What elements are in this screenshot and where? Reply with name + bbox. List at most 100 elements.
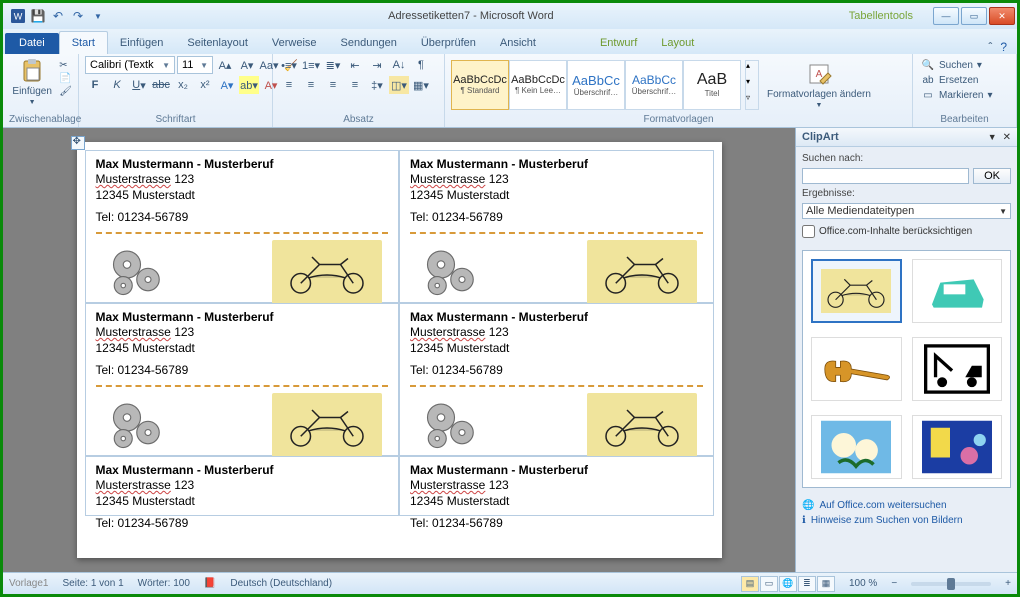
replace-button[interactable]: abErsetzen <box>921 73 993 87</box>
status-proofing-icon[interactable]: 📕 <box>204 578 216 589</box>
undo-icon[interactable]: ↶ <box>49 7 67 25</box>
zoom-in-icon[interactable]: + <box>1005 578 1011 589</box>
sort-icon[interactable]: A↓ <box>389 56 409 74</box>
view-fullscreen[interactable]: ▭ <box>760 576 778 592</box>
view-draft[interactable]: ▦ <box>817 576 835 592</box>
clipart-bluepic[interactable] <box>912 415 1003 479</box>
shrink-font-icon[interactable]: A▾ <box>237 56 257 74</box>
underline-icon[interactable]: U▾ <box>129 76 149 94</box>
select-button[interactable]: ▭Markieren ▾ <box>921 88 993 102</box>
label-tel: Tel: 01234-56789 <box>96 209 389 225</box>
format-painter-icon[interactable]: 🖌 <box>59 86 72 97</box>
media-type-select[interactable]: Alle Mediendateitypen▼ <box>802 203 1011 219</box>
label-cell[interactable]: Max Mustermann - Musterberuf Musterstras… <box>399 303 714 456</box>
zoom-out-icon[interactable]: − <box>891 578 897 589</box>
view-outline[interactable]: ≣ <box>798 576 816 592</box>
tab-verweise[interactable]: Verweise <box>260 32 329 54</box>
close-button[interactable]: ✕ <box>989 7 1015 25</box>
label-cell[interactable]: Max Mustermann - Musterberuf Musterstras… <box>399 150 714 303</box>
file-tab[interactable]: Datei <box>5 33 59 54</box>
show-marks-icon[interactable]: ¶ <box>411 56 431 74</box>
multilevel-icon[interactable]: ≣▾ <box>323 56 343 74</box>
gallery-up-icon[interactable]: ▴ <box>746 61 758 77</box>
label-cell[interactable]: Max Mustermann - Musterberuf Musterstras… <box>399 456 714 516</box>
minimize-button[interactable]: — <box>933 7 959 25</box>
context-tool-title: Tabellentools <box>829 10 933 22</box>
document-area[interactable]: Max Mustermann - Musterberuf Musterstras… <box>3 128 795 572</box>
clipart-wrench[interactable] <box>811 337 902 401</box>
help-icon[interactable]: ? <box>1000 40 1007 54</box>
style-heading1[interactable]: AaBbCcÜberschrif… <box>567 60 625 110</box>
clipart-roses[interactable] <box>811 415 902 479</box>
status-language[interactable]: Deutsch (Deutschland) <box>230 578 332 589</box>
save-icon[interactable]: 💾 <box>29 7 47 25</box>
style-no-spacing[interactable]: AaBbCcDc¶ Kein Lee… <box>509 60 567 110</box>
qat-dropdown-icon[interactable]: ▼ <box>89 7 107 25</box>
bold-icon[interactable]: F <box>85 76 105 94</box>
pane-close-icon[interactable]: ✕ <box>1003 132 1011 143</box>
clipart-motorcycle[interactable] <box>811 259 902 323</box>
paste-button[interactable]: Einfügen ▼ <box>9 56 55 108</box>
gallery-more-icon[interactable]: ▿ <box>746 93 758 109</box>
line-spacing-icon[interactable]: ‡▾ <box>367 76 387 94</box>
label-cell[interactable]: Max Mustermann - Musterberuf Musterstras… <box>85 150 400 303</box>
minimize-ribbon-icon[interactable]: ˆ <box>988 40 992 54</box>
indent-inc-icon[interactable]: ⇥ <box>367 56 387 74</box>
borders-icon[interactable]: ▦▾ <box>411 76 431 94</box>
title-bar: 💾 ↶ ↷ ▼ Adressetiketten7 - Microsoft Wor… <box>3 3 1017 29</box>
tab-einfuegen[interactable]: Einfügen <box>108 32 175 54</box>
link-search-tips[interactable]: ℹHinweise zum Suchen von Bildern <box>802 515 1011 526</box>
style-standard[interactable]: AaBbCcDc¶ Standard <box>451 60 509 110</box>
font-name-select[interactable]: Calibri (Textk▼ <box>85 56 175 74</box>
gallery-down-icon[interactable]: ▾ <box>746 77 758 93</box>
tab-ueberpruefen[interactable]: Überprüfen <box>409 32 488 54</box>
copy-icon[interactable]: 📄 <box>59 73 72 84</box>
tab-ansicht[interactable]: Ansicht <box>488 32 548 54</box>
subscript-icon[interactable]: x₂ <box>173 76 193 94</box>
label-cell[interactable]: Max Mustermann - Musterberuf Musterstras… <box>85 456 400 516</box>
tab-seitenlayout[interactable]: Seitenlayout <box>175 32 260 54</box>
shading-icon[interactable]: ◫▾ <box>389 76 409 94</box>
view-web[interactable]: 🌐 <box>779 576 797 592</box>
numbering-icon[interactable]: 1≡▾ <box>301 56 321 74</box>
view-print-layout[interactable]: ▤ <box>741 576 759 592</box>
clipart-search-input[interactable] <box>802 168 969 184</box>
change-styles-button[interactable]: Formatvorlagen ändern▼ <box>763 59 875 111</box>
styles-gallery[interactable]: AaBbCcDc¶ Standard AaBbCcDc¶ Kein Lee… A… <box>451 60 741 110</box>
highlight-icon[interactable]: ab▾ <box>239 76 259 94</box>
zoom-slider[interactable] <box>911 582 991 586</box>
align-left-icon[interactable]: ≡ <box>279 76 299 94</box>
search-ok-button[interactable]: OK <box>973 168 1011 184</box>
office-com-checkbox[interactable] <box>802 225 815 238</box>
label-cell[interactable]: Max Mustermann - Musterberuf Musterstras… <box>85 303 400 456</box>
cut-icon[interactable]: ✂ <box>59 60 72 71</box>
clipart-taxi[interactable] <box>912 259 1003 323</box>
tab-start[interactable]: Start <box>59 31 108 54</box>
redo-icon[interactable]: ↷ <box>69 7 87 25</box>
grow-font-icon[interactable]: A▴ <box>215 56 235 74</box>
zoom-level[interactable]: 100 % <box>849 578 877 589</box>
status-page[interactable]: Seite: 1 von 1 <box>62 578 123 589</box>
bullets-icon[interactable]: •≡▾ <box>279 56 299 74</box>
superscript-icon[interactable]: x² <box>195 76 215 94</box>
align-right-icon[interactable]: ≡ <box>323 76 343 94</box>
tab-entwurf[interactable]: Entwurf <box>588 32 649 54</box>
maximize-button[interactable]: ▭ <box>961 7 987 25</box>
justify-icon[interactable]: ≡ <box>345 76 365 94</box>
tab-layout[interactable]: Layout <box>649 32 706 54</box>
label-city: 12345 Musterstadt <box>410 187 703 203</box>
font-size-select[interactable]: 11▼ <box>177 56 213 74</box>
align-center-icon[interactable]: ≡ <box>301 76 321 94</box>
find-button[interactable]: 🔍Suchen ▾ <box>921 58 993 72</box>
style-heading2[interactable]: AaBbCcÜberschrif… <box>625 60 683 110</box>
style-title[interactable]: AaBTitel <box>683 60 741 110</box>
pane-menu-icon[interactable]: ▼ <box>988 132 997 142</box>
tab-sendungen[interactable]: Sendungen <box>329 32 409 54</box>
link-office-com[interactable]: 🌐Auf Office.com weitersuchen <box>802 500 1011 511</box>
status-words[interactable]: Wörter: 100 <box>138 578 190 589</box>
italic-icon[interactable]: K <box>107 76 127 94</box>
indent-dec-icon[interactable]: ⇤ <box>345 56 365 74</box>
clipart-towtruck[interactable] <box>912 337 1003 401</box>
text-effect-icon[interactable]: A▾ <box>217 76 237 94</box>
strike-icon[interactable]: abc <box>151 76 171 94</box>
